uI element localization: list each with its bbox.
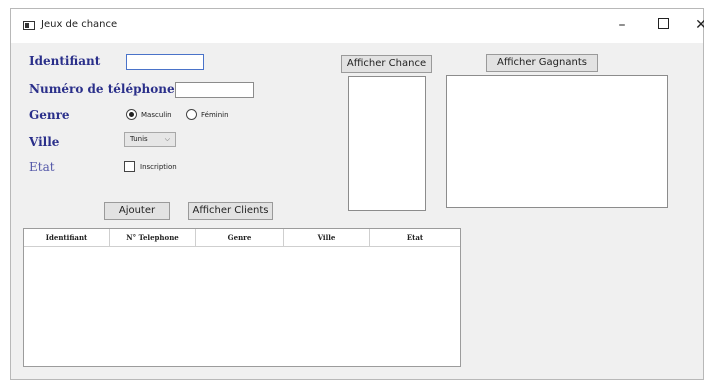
gagnants-listbox[interactable]: [446, 75, 668, 208]
etat-label: Etat: [29, 160, 55, 174]
table-header: Identifiant N° Telephone Genre Ville Eta…: [24, 229, 460, 247]
radio-feminin[interactable]: [186, 109, 197, 120]
afficher-chance-button[interactable]: Afficher Chance: [341, 55, 432, 73]
title-bar: Jeux de chance – ✕: [11, 9, 704, 43]
ajouter-button[interactable]: Ajouter: [104, 202, 170, 220]
column-header-identifiant[interactable]: Identifiant: [24, 229, 110, 246]
app-window: Jeux de chance – ✕ Identifiant Numéro de…: [10, 8, 704, 380]
identifiant-label: Identifiant: [29, 54, 101, 68]
radio-masculin[interactable]: [126, 109, 137, 120]
inscription-checkbox[interactable]: [124, 161, 135, 172]
maximize-button[interactable]: [643, 13, 683, 37]
afficher-clients-button[interactable]: Afficher Clients: [188, 202, 273, 220]
genre-label: Genre: [29, 108, 70, 122]
column-header-ville[interactable]: Ville: [284, 229, 370, 246]
afficher-gagnants-button[interactable]: Afficher Gagnants: [486, 54, 598, 72]
identifiant-input[interactable]: [126, 54, 204, 70]
ville-select[interactable]: Tunis ⌵: [124, 132, 176, 147]
maximize-icon: [657, 18, 669, 29]
telephone-input[interactable]: [175, 82, 254, 98]
minimize-button[interactable]: –: [602, 13, 642, 37]
ville-value: Tunis: [130, 135, 148, 143]
chance-listbox[interactable]: [348, 76, 426, 211]
masculin-label: Masculin: [141, 111, 172, 119]
clients-table[interactable]: Identifiant N° Telephone Genre Ville Eta…: [23, 228, 461, 367]
column-header-telephone[interactable]: N° Telephone: [110, 229, 196, 246]
column-header-etat[interactable]: Etat: [370, 229, 460, 246]
chevron-down-icon: ⌵: [164, 135, 170, 143]
close-button[interactable]: ✕: [681, 13, 704, 37]
ville-label: Ville: [29, 135, 60, 149]
inscription-label: Inscription: [140, 163, 177, 171]
column-header-genre[interactable]: Genre: [196, 229, 284, 246]
app-icon: [23, 21, 35, 30]
telephone-label: Numéro de téléphone: [29, 82, 175, 96]
feminin-label: Féminin: [201, 111, 229, 119]
window-title: Jeux de chance: [41, 19, 118, 30]
